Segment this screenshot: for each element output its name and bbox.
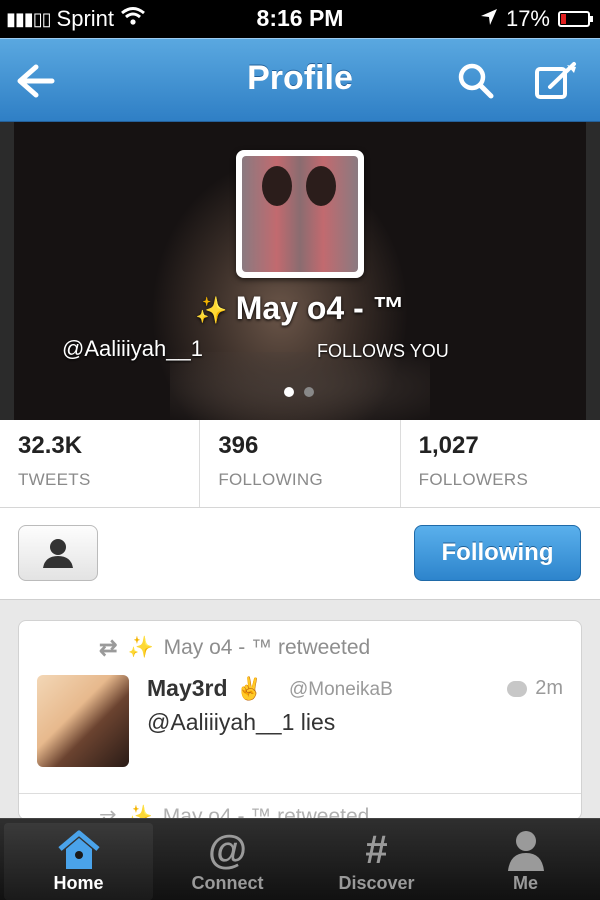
page-dot (284, 387, 294, 397)
stat-value: 32.3K (18, 432, 83, 459)
tweet-divider (19, 793, 581, 794)
profile-avatar[interactable] (236, 150, 364, 278)
conversation-icon (507, 680, 528, 697)
person-icon (43, 539, 73, 568)
sparkles-emoji-icon: ✨ (127, 636, 154, 659)
hash-icon: # (365, 827, 388, 872)
retweet-context: ⇄ ✨ May o4 - ™ retweeted (99, 635, 370, 661)
stat-tweets[interactable]: 32.3K TWEETS (0, 420, 201, 507)
retweet-icon: ⇄ (99, 806, 117, 818)
status-right: 17% (480, 6, 593, 32)
author-name-text: May3rd (147, 675, 228, 701)
tweet-author-name[interactable]: May3rd ✌ (147, 675, 263, 702)
location-arrow-icon (480, 6, 498, 32)
tab-label: Connect (191, 873, 264, 893)
retweet-icon: ⇄ (99, 635, 118, 660)
retweeted-by: May o4 - ™ retweeted (162, 805, 370, 818)
timeline: ⇄ ✨ May o4 - ™ retweeted May3rd ✌ @Moneik… (0, 600, 600, 818)
display-name-row: ✨ May o4 - ™ (0, 290, 600, 327)
header-shading (170, 352, 430, 420)
profile-header[interactable]: ✨ May o4 - ™ @Aaliiiyah__1 FOLLOWS YOU (0, 122, 600, 420)
status-bar: ▮▮▮▯▯ Sprint 8:16 PM 17% (0, 0, 600, 38)
page-indicator[interactable] (284, 387, 314, 397)
retweeted-by: May o4 - ™ retweeted (163, 636, 371, 659)
stat-followers[interactable]: 1,027 FOLLOWERS (401, 420, 600, 507)
search-icon (458, 63, 494, 99)
tab-discover[interactable]: # Discover (302, 819, 451, 900)
user-actions-button[interactable] (18, 525, 98, 581)
battery-icon (558, 11, 593, 27)
tab-label: Home (53, 873, 104, 893)
tab-connect[interactable]: @ Connect (153, 819, 302, 900)
sparkles-emoji-icon: ✨ (195, 295, 228, 325)
home-icon (56, 827, 102, 873)
tweet-author-handle: @MoneikaB (289, 679, 393, 700)
at-icon: @ (207, 827, 247, 872)
tab-home[interactable]: Home (4, 823, 153, 900)
person-icon (506, 827, 546, 873)
stat-label: FOLLOWING (218, 470, 324, 489)
peace-hand-emoji-icon: ✌ (235, 676, 263, 701)
page-title: Profile (247, 59, 353, 97)
following-button[interactable]: Following (414, 525, 581, 581)
avatar-photo (242, 156, 358, 272)
profile-actions: Following (0, 508, 600, 600)
tab-label: Discover (338, 873, 415, 893)
navigation-bar: Profile (0, 38, 600, 122)
page-dot (304, 387, 314, 397)
stat-label: FOLLOWERS (418, 470, 529, 489)
stat-value: 1,027 (418, 432, 479, 459)
sparkles-emoji-icon: ✨ (126, 805, 153, 818)
retweet-context: ⇄ ✨ May o4 - ™ retweeted (99, 805, 369, 818)
stat-following[interactable]: 396 FOLLOWING (200, 420, 401, 507)
battery-level (561, 14, 566, 24)
display-name: May o4 - ™ (235, 290, 405, 326)
profile-handle: @Aaliiiyah__1 (62, 336, 203, 361)
tweet-card[interactable]: ⇄ ✨ May o4 - ™ retweeted May3rd ✌ @Moneik… (18, 620, 582, 818)
prev-header-edge (0, 122, 14, 420)
follows-you-label: FOLLOWS YOU (317, 341, 449, 361)
tweet-time: 2m (535, 677, 563, 699)
stats-row: 32.3K TWEETS 396 FOLLOWING 1,027 FOLLOWE… (0, 420, 600, 508)
battery-percent: 17% (505, 6, 550, 31)
tweet-meta: 2m (507, 677, 563, 700)
tweet-text: @Aaliiiyah__1 lies (147, 709, 336, 735)
tab-label: Me (512, 873, 538, 893)
stat-value: 396 (218, 432, 259, 459)
tab-bar: Home @ Connect # Discover Me (0, 818, 600, 900)
tweet-avatar[interactable] (37, 675, 129, 767)
compose-icon (535, 62, 576, 99)
compose-button[interactable] (532, 57, 580, 105)
tab-me[interactable]: Me (451, 819, 600, 900)
next-header-edge (586, 122, 600, 420)
search-button[interactable] (452, 57, 500, 105)
stat-label: TWEETS (18, 470, 91, 489)
